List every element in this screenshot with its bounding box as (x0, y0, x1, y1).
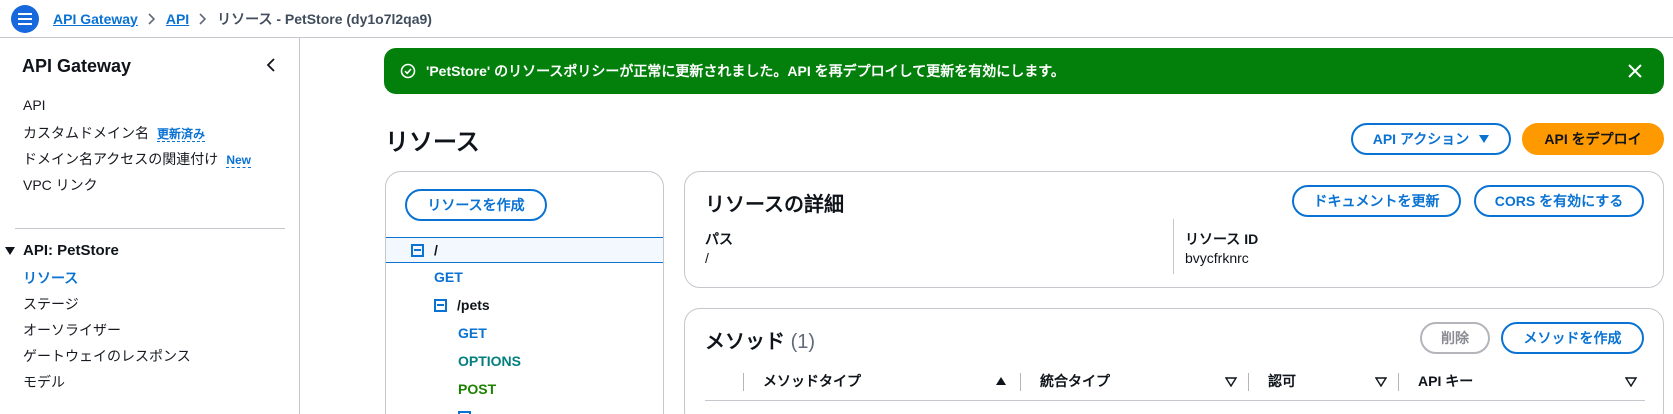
success-flashbar: 'PetStore' のリソースポリシーが正常に更新されました。API を再デプ… (384, 48, 1664, 94)
column-divider (743, 373, 744, 391)
new-badge: New (226, 153, 251, 168)
collapse-icon[interactable] (458, 410, 471, 414)
create-method-button[interactable]: メソッドを作成 (1501, 322, 1644, 354)
resource-tree-panel: リソースを作成 / GET /pets GET OPTIONS POST (385, 171, 664, 414)
sidebar-divider (15, 228, 285, 229)
path-label: パス (705, 231, 733, 247)
breadcrumb-api[interactable]: API (166, 11, 189, 27)
sidebar-title: API Gateway (22, 56, 132, 76)
column-divider (1173, 219, 1174, 274)
resource-id-label: リソース ID (1185, 231, 1259, 247)
sidebar-item-stages[interactable]: ステージ (23, 294, 79, 314)
column-integration-type[interactable]: 統合タイプ (1040, 365, 1110, 397)
check-circle-icon (400, 63, 416, 79)
sort-icon[interactable] (1625, 377, 1637, 387)
table-header-divider (705, 400, 1645, 401)
chevron-right-icon (148, 12, 156, 25)
sidebar-item-gateway-responses[interactable]: ゲートウェイのレスポンス (23, 346, 191, 366)
tree-method-pets-post[interactable]: POST (386, 376, 663, 402)
methods-table-header: メソッドタイプ 統合タイプ 認可 API キー (705, 365, 1645, 397)
collapse-icon[interactable] (434, 298, 447, 312)
column-divider (1020, 373, 1021, 391)
top-bar: API Gateway API リソース - PetStore (dy1o7l2… (0, 0, 1673, 38)
enable-cors-button[interactable]: CORS を有効にする (1474, 185, 1644, 217)
caret-down-icon (5, 246, 15, 255)
page-title: リソース (385, 129, 480, 156)
tree-node-partial[interactable] (386, 404, 663, 414)
sidebar-item-resources[interactable]: リソース (23, 268, 78, 288)
column-authorization[interactable]: 認可 (1268, 365, 1296, 397)
resource-id-value: bvycfrknrc (1185, 250, 1249, 266)
column-divider (1398, 373, 1399, 391)
tree-node-pets[interactable]: /pets (386, 292, 663, 318)
collapse-icon[interactable] (411, 243, 424, 257)
sidebar-item-custom-domain[interactable]: カスタムドメイン名 更新済み (23, 123, 206, 143)
column-method-type[interactable]: メソッドタイプ (763, 365, 861, 397)
breadcrumb-api-gateway[interactable]: API Gateway (53, 11, 138, 27)
path-value: / (705, 250, 709, 266)
updated-badge: 更新済み (157, 127, 206, 142)
sidebar-item-models[interactable]: モデル (23, 372, 65, 392)
delete-button[interactable]: 削除 (1420, 322, 1490, 354)
sidebar: API Gateway API カスタムドメイン名 更新済み ドメイン名アクセスの… (0, 38, 300, 414)
sort-ascending-icon[interactable] (996, 377, 1006, 385)
caret-down-icon (1479, 135, 1490, 143)
methods-count: (1) (790, 331, 816, 353)
chevron-left-icon[interactable] (262, 56, 280, 74)
column-api-key[interactable]: API キー (1418, 365, 1473, 397)
resource-details-panel: リソースの詳細 ドキュメントを更新 CORS を有効にする パス / リソース … (684, 171, 1664, 288)
sidebar-section-petstore[interactable]: API: PetStore (5, 242, 119, 259)
sidebar-item-vpc-link[interactable]: VPC リンク (23, 175, 98, 195)
methods-panel: メソッド (1) 削除 メソッドを作成 メソッドタイプ 統合タイプ 認可 API… (684, 308, 1664, 414)
tree-method-pets-options[interactable]: OPTIONS (386, 348, 663, 374)
sort-icon[interactable] (1375, 377, 1387, 387)
create-resource-button[interactable]: リソースを作成 (405, 189, 547, 221)
menu-icon[interactable] (11, 5, 39, 33)
tree-method-root-get[interactable]: GET (386, 264, 663, 290)
column-divider (1248, 373, 1249, 391)
resource-details-title: リソースの詳細 (705, 194, 844, 216)
deploy-api-button[interactable]: API をデプロイ (1522, 123, 1664, 155)
sidebar-item-authorizers[interactable]: オーソライザー (23, 320, 121, 340)
sort-icon[interactable] (1225, 377, 1237, 387)
breadcrumb: API Gateway API リソース - PetStore (dy1o7l2… (53, 0, 432, 37)
breadcrumb-current: リソース - PetStore (dy1o7l2qa9) (217, 10, 432, 27)
update-documentation-button[interactable]: ドキュメントを更新 (1292, 185, 1461, 217)
methods-title: メソッド (1) (705, 331, 816, 353)
sidebar-item-api[interactable]: API (23, 97, 46, 113)
api-actions-button[interactable]: API アクション (1351, 123, 1511, 155)
flash-message: 'PetStore' のリソースポリシーが正常に更新されました。API を再デプ… (426, 63, 1065, 79)
chevron-right-icon (199, 12, 207, 25)
sidebar-item-domain-access[interactable]: ドメイン名アクセスの関連付け New (23, 149, 251, 169)
tree-method-pets-get[interactable]: GET (386, 320, 663, 346)
close-icon[interactable] (1626, 62, 1644, 80)
tree-node-root[interactable]: / (386, 237, 663, 263)
